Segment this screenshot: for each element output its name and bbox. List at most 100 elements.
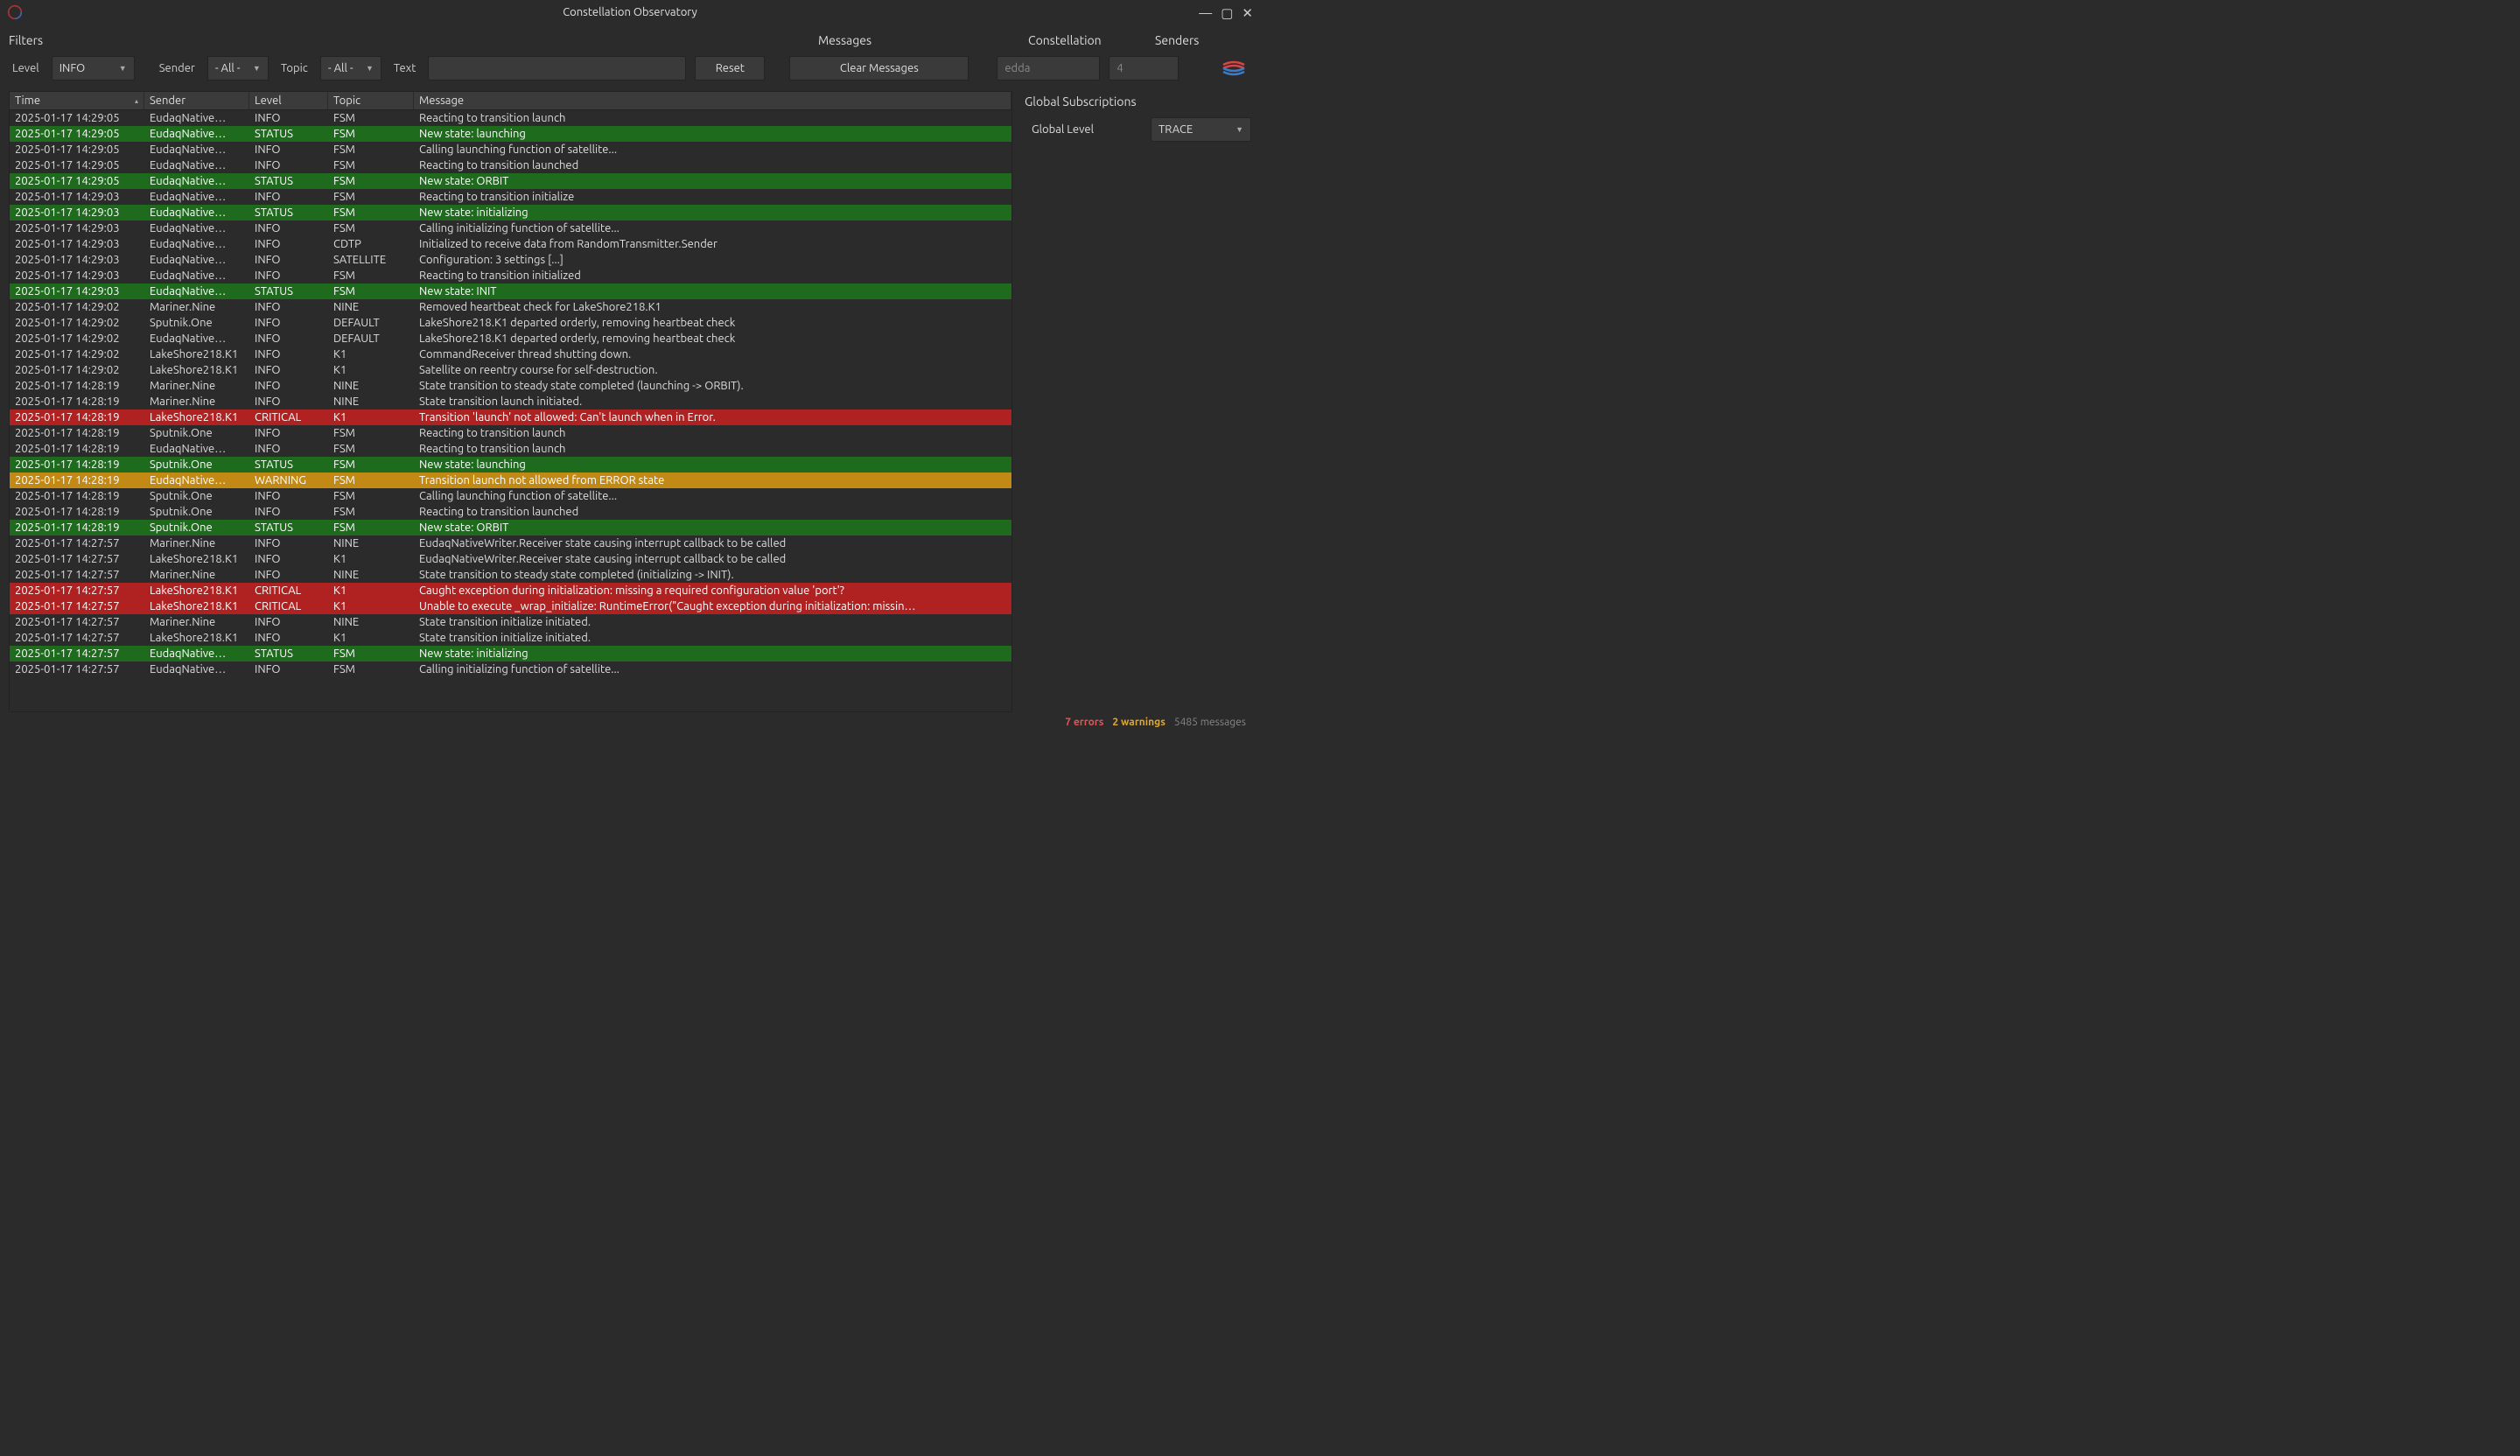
cell-level: INFO <box>249 396 328 408</box>
th-sender[interactable]: Sender <box>144 92 249 109</box>
cell-message: New state: ORBIT <box>414 522 1012 534</box>
table-row[interactable]: 2025-01-17 14:29:02Mariner.NineINFONINER… <box>10 299 1012 315</box>
cell-time: 2025-01-17 14:28:19 <box>10 411 144 424</box>
cell-sender: LakeShore218.K1 <box>144 632 249 644</box>
cell-level: INFO <box>249 364 328 376</box>
table-row[interactable]: 2025-01-17 14:28:19Sputnik.OneINFOFSMRea… <box>10 425 1012 441</box>
table-row[interactable]: 2025-01-17 14:29:03EudaqNative…INFOFSMRe… <box>10 189 1012 205</box>
table-row[interactable]: 2025-01-17 14:28:19Mariner.NineINFONINES… <box>10 394 1012 410</box>
table-row[interactable]: 2025-01-17 14:29:05EudaqNative…INFOFSMRe… <box>10 158 1012 173</box>
cell-topic: NINE <box>328 380 414 392</box>
th-level[interactable]: Level <box>249 92 328 109</box>
cell-message: Calling initializing function of satelli… <box>414 222 1012 234</box>
cell-level: INFO <box>249 427 328 439</box>
table-row[interactable]: 2025-01-17 14:27:57LakeShore218.K1CRITIC… <box>10 598 1012 614</box>
table-row[interactable]: 2025-01-17 14:29:03EudaqNative…INFOSATEL… <box>10 252 1012 268</box>
table-row[interactable]: 2025-01-17 14:28:19Sputnik.OneSTATUSFSMN… <box>10 520 1012 536</box>
cell-sender: EudaqNative… <box>144 206 249 219</box>
cell-topic: FSM <box>328 206 414 219</box>
table-row[interactable]: 2025-01-17 14:27:57Mariner.NineINFONINES… <box>10 614 1012 630</box>
cell-topic: SATELLITE <box>328 254 414 266</box>
cell-sender: EudaqNative… <box>144 128 249 140</box>
cell-sender: Sputnik.One <box>144 490 249 502</box>
table-row[interactable]: 2025-01-17 14:29:03EudaqNative…STATUSFSM… <box>10 205 1012 220</box>
table-row[interactable]: 2025-01-17 14:29:02EudaqNative…INFODEFAU… <box>10 331 1012 346</box>
table-row[interactable]: 2025-01-17 14:27:57LakeShore218.K1CRITIC… <box>10 583 1012 598</box>
topic-filter-combo[interactable]: - All - ▼ <box>320 56 382 80</box>
table-row[interactable]: 2025-01-17 14:29:02LakeShore218.K1INFOK1… <box>10 346 1012 362</box>
cell-message: State transition to steady state complet… <box>414 569 1012 581</box>
cell-level: INFO <box>249 238 328 250</box>
table-row[interactable]: 2025-01-17 14:29:02Sputnik.OneINFODEFAUL… <box>10 315 1012 331</box>
table-row[interactable]: 2025-01-17 14:28:19EudaqNative…WARNINGFS… <box>10 472 1012 488</box>
cell-time: 2025-01-17 14:29:05 <box>10 159 144 172</box>
cell-level: INFO <box>249 191 328 203</box>
cell-time: 2025-01-17 14:29:05 <box>10 144 144 156</box>
text-filter-input[interactable] <box>428 56 686 80</box>
cell-time: 2025-01-17 14:27:57 <box>10 663 144 676</box>
global-level-combo[interactable]: TRACE ▼ <box>1151 117 1251 142</box>
table-row[interactable]: 2025-01-17 14:29:05EudaqNative…STATUSFSM… <box>10 173 1012 189</box>
maximize-icon[interactable]: ▢ <box>1221 6 1233 19</box>
cell-time: 2025-01-17 14:29:05 <box>10 128 144 140</box>
table-row[interactable]: 2025-01-17 14:28:19Sputnik.OneINFOFSMRea… <box>10 504 1012 520</box>
table-row[interactable]: 2025-01-17 14:29:03EudaqNative…INFOCDTPI… <box>10 236 1012 252</box>
cell-message: Reacting to transition launch <box>414 427 1012 439</box>
cell-level: INFO <box>249 443 328 455</box>
cell-time: 2025-01-17 14:27:57 <box>10 616 144 628</box>
table-row[interactable]: 2025-01-17 14:27:57LakeShore218.K1INFOK1… <box>10 630 1012 646</box>
cell-time: 2025-01-17 14:28:19 <box>10 380 144 392</box>
cell-time: 2025-01-17 14:29:05 <box>10 112 144 124</box>
cell-sender: EudaqNative… <box>144 191 249 203</box>
th-time[interactable]: Time▴ <box>10 92 144 109</box>
clear-messages-button[interactable]: Clear Messages <box>789 56 969 80</box>
cell-topic: FSM <box>328 458 414 471</box>
close-icon[interactable]: ✕ <box>1242 6 1253 19</box>
level-filter-combo[interactable]: INFO ▼ <box>52 56 135 80</box>
cell-message: Configuration: 3 settings [...] <box>414 254 1012 266</box>
cell-topic: FSM <box>328 443 414 455</box>
cell-topic: K1 <box>328 584 414 597</box>
sender-filter-combo[interactable]: - All - ▼ <box>207 56 269 80</box>
cell-time: 2025-01-17 14:28:19 <box>10 490 144 502</box>
statusbar: 7 errors 2 warnings 5485 messages <box>0 712 1260 732</box>
cell-message: Calling launching function of satellite.… <box>414 144 1012 156</box>
table-row[interactable]: 2025-01-17 14:27:57LakeShore218.K1INFOK1… <box>10 551 1012 567</box>
table-row[interactable]: 2025-01-17 14:28:19Sputnik.OneINFOFSMCal… <box>10 488 1012 504</box>
table-row[interactable]: 2025-01-17 14:28:19Mariner.NineINFONINES… <box>10 378 1012 394</box>
cell-topic: FSM <box>328 191 414 203</box>
cell-level: INFO <box>249 301 328 313</box>
cell-topic: NINE <box>328 616 414 628</box>
status-messages: 5485 messages <box>1174 717 1246 728</box>
cell-topic: NINE <box>328 301 414 313</box>
table-row[interactable]: 2025-01-17 14:29:03EudaqNative…STATUSFSM… <box>10 284 1012 299</box>
table-row[interactable]: 2025-01-17 14:28:19EudaqNative…INFOFSMRe… <box>10 441 1012 457</box>
table-row[interactable]: 2025-01-17 14:29:02LakeShore218.K1INFOK1… <box>10 362 1012 378</box>
cell-sender: LakeShore218.K1 <box>144 348 249 360</box>
sender-filter-label: Sender <box>156 62 199 74</box>
th-message[interactable]: Message <box>414 92 1012 109</box>
table-row[interactable]: 2025-01-17 14:28:19LakeShore218.K1CRITIC… <box>10 410 1012 425</box>
table-row[interactable]: 2025-01-17 14:29:05EudaqNative…INFOFSMCa… <box>10 142 1012 158</box>
cell-topic: FSM <box>328 144 414 156</box>
cell-time: 2025-01-17 14:29:02 <box>10 301 144 313</box>
table-row[interactable]: 2025-01-17 14:27:57Mariner.NineINFONINES… <box>10 567 1012 583</box>
cell-time: 2025-01-17 14:27:57 <box>10 584 144 597</box>
minimize-icon[interactable]: — <box>1199 6 1212 19</box>
cell-message: LakeShore218.K1 departed orderly, removi… <box>414 317 1012 329</box>
cell-message: Transition 'launch' not allowed: Can't l… <box>414 411 1012 424</box>
cell-time: 2025-01-17 14:29:02 <box>10 317 144 329</box>
table-row[interactable]: 2025-01-17 14:27:57EudaqNative…INFOFSMCa… <box>10 662 1012 677</box>
table-row[interactable]: 2025-01-17 14:29:03EudaqNative…INFOFSMRe… <box>10 268 1012 284</box>
reset-button[interactable]: Reset <box>695 56 765 80</box>
table-row[interactable]: 2025-01-17 14:27:57EudaqNative…STATUSFSM… <box>10 646 1012 662</box>
table-row[interactable]: 2025-01-17 14:27:57Mariner.NineINFONINEE… <box>10 536 1012 551</box>
cell-level: INFO <box>249 270 328 282</box>
table-row[interactable]: 2025-01-17 14:28:19Sputnik.OneSTATUSFSMN… <box>10 457 1012 472</box>
table-row[interactable]: 2025-01-17 14:29:05EudaqNative…STATUSFSM… <box>10 126 1012 142</box>
cell-message: Satellite on reentry course for self-des… <box>414 364 1012 376</box>
table-row[interactable]: 2025-01-17 14:29:05EudaqNative…INFOFSMRe… <box>10 110 1012 126</box>
table-body[interactable]: 2025-01-17 14:29:05EudaqNative…INFOFSMRe… <box>9 110 1012 712</box>
table-row[interactable]: 2025-01-17 14:29:03EudaqNative…INFOFSMCa… <box>10 220 1012 236</box>
th-topic[interactable]: Topic <box>328 92 414 109</box>
